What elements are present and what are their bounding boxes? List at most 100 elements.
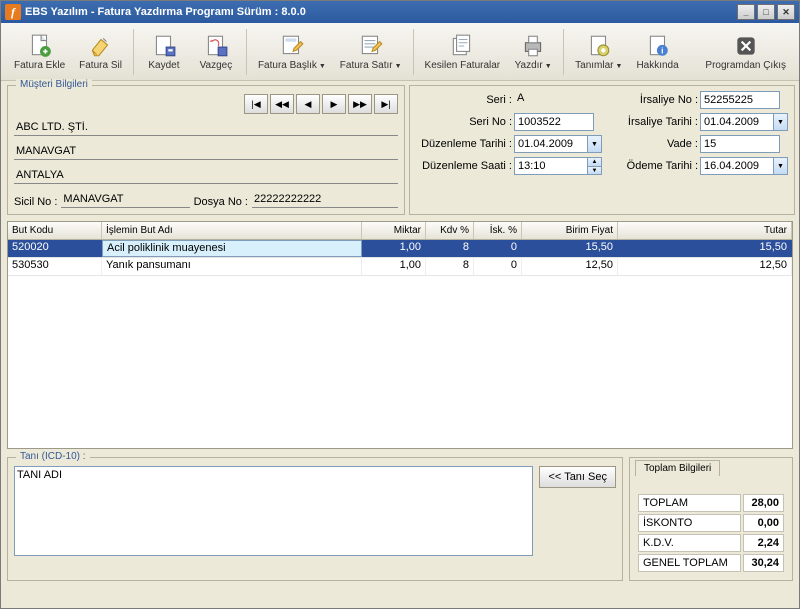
grid-row[interactable]: 530530 Yanık pansumanı 1,00 8 0 12,50 12…	[8, 258, 792, 276]
header-group: Seri : A Seri No : Düzenleme Tarihi : ▼ …	[409, 85, 795, 215]
tani-list[interactable]: TANI ADI	[14, 466, 533, 556]
cikis-button[interactable]: Programdan Çıkış	[698, 29, 793, 74]
duz-saat-label: Düzenleme Saati :	[416, 160, 514, 172]
print-icon	[519, 32, 547, 60]
app-icon: f	[5, 4, 21, 20]
col-but-kodu[interactable]: But Kodu	[8, 222, 102, 239]
yazdir-button[interactable]: Yazdır▼	[507, 29, 559, 74]
toolbar-label: Fatura Ekle	[14, 60, 65, 71]
toolbar-label: Kesilen Faturalar	[425, 60, 501, 71]
dropdown-icon[interactable]: ▼	[395, 63, 402, 70]
seri-value: A	[514, 91, 602, 109]
totals-table: TOPLAM28,00 İSKONTO0,00 K.D.V.2,24 GENEL…	[636, 492, 786, 574]
spin-down-icon[interactable]: ▼	[588, 166, 602, 175]
vazgec-button[interactable]: Vazgeç	[190, 29, 242, 74]
seri-no-label: Seri No :	[416, 116, 514, 128]
tani-legend: Tanı (ICD-10) :	[16, 451, 90, 462]
odeme-input[interactable]	[700, 157, 774, 175]
irs-no-label: İrsaliye No :	[602, 94, 700, 106]
customer-line3-input[interactable]	[14, 166, 398, 184]
col-miktar[interactable]: Miktar	[362, 222, 426, 239]
nav-first-button[interactable]: |◀	[244, 94, 268, 114]
dropdown-icon[interactable]: ▼	[319, 63, 326, 70]
date-dropdown-icon[interactable]: ▼	[774, 157, 788, 175]
tani-group: Tanı (ICD-10) : TANI ADI << Tanı Seç	[7, 457, 623, 581]
grid-row[interactable]: 520020 Acil poliklinik muayenesi 1,00 8 …	[8, 240, 792, 258]
nav-next-button[interactable]: ▶	[322, 94, 346, 114]
window-title: EBS Yazılım - Fatura Yazdırma Programı S…	[25, 6, 737, 18]
exit-icon	[732, 32, 760, 60]
dropdown-icon[interactable]: ▼	[616, 63, 623, 70]
record-nav: |◀ ◀◀ ◀ ▶ ▶▶ ▶|	[14, 94, 398, 114]
col-kdv[interactable]: Kdv %	[426, 222, 474, 239]
maximize-button[interactable]: □	[757, 4, 775, 20]
col-isk[interactable]: İsk. %	[474, 222, 522, 239]
eraser-icon	[87, 32, 115, 60]
svg-text:i: i	[661, 46, 663, 56]
nav-nextpage-button[interactable]: ▶▶	[348, 94, 372, 114]
toolbar-label: Programdan Çıkış	[705, 60, 786, 71]
titlebar: f EBS Yazılım - Fatura Yazdırma Programı…	[1, 1, 799, 23]
irs-tarih-label: İrsaliye Tarihi :	[602, 116, 700, 128]
fatura-sil-button[interactable]: Fatura Sil	[72, 29, 129, 74]
nav-last-button[interactable]: ▶|	[374, 94, 398, 114]
col-bf[interactable]: Birim Fiyat	[522, 222, 618, 239]
line-grid[interactable]: But Kodu İşlemin But Adı Miktar Kdv % İs…	[7, 221, 793, 449]
sicil-input[interactable]	[61, 190, 189, 208]
seri-no-input[interactable]	[514, 113, 594, 131]
fatura-baslik-button[interactable]: Fatura Başlık▼	[251, 29, 333, 74]
grid-header: But Kodu İşlemin But Adı Miktar Kdv % İs…	[8, 222, 792, 240]
document-add-icon	[26, 32, 54, 60]
toolbar: Fatura Ekle Fatura Sil Kaydet Vazgeç Fat…	[1, 23, 799, 81]
duz-tarih-input[interactable]	[514, 135, 588, 153]
undo-save-icon	[202, 32, 230, 60]
minimize-button[interactable]: _	[737, 4, 755, 20]
header-edit-icon	[278, 32, 306, 60]
toolbar-label: Kaydet	[148, 60, 179, 71]
toolbar-label: Yazdır	[515, 60, 543, 71]
customer-group: Müşteri Bilgileri |◀ ◀◀ ◀ ▶ ▶▶ ▶| Sicil …	[7, 85, 405, 215]
vade-input[interactable]	[700, 135, 780, 153]
toolbar-label: Vazgeç	[200, 60, 233, 71]
main-window: f EBS Yazılım - Fatura Yazdırma Programı…	[0, 0, 800, 609]
col-tutar[interactable]: Tutar	[618, 222, 792, 239]
fatura-satir-button[interactable]: Fatura Satır▼	[333, 29, 409, 74]
editing-cell[interactable]: Acil poliklinik muayenesi	[102, 240, 362, 257]
toolbar-label: Fatura Satır	[340, 60, 393, 71]
customer-legend: Müşteri Bilgileri	[16, 79, 92, 90]
invoices-icon	[448, 32, 476, 60]
sicil-label: Sicil No :	[14, 196, 57, 208]
dropdown-icon[interactable]: ▼	[545, 63, 552, 70]
vade-label: Vade :	[602, 138, 700, 150]
date-dropdown-icon[interactable]: ▼	[588, 135, 602, 153]
totals-group: Toplam Bilgileri TOPLAM28,00 İSKONTO0,00…	[629, 457, 793, 581]
nav-prev-button[interactable]: ◀	[296, 94, 320, 114]
fatura-ekle-button[interactable]: Fatura Ekle	[7, 29, 72, 74]
customer-line2-input[interactable]	[14, 142, 398, 160]
dosya-input[interactable]	[252, 190, 398, 208]
duz-saat-input[interactable]	[514, 157, 588, 175]
row-edit-icon	[357, 32, 385, 60]
date-dropdown-icon[interactable]: ▼	[774, 113, 788, 131]
close-button[interactable]: ✕	[777, 4, 795, 20]
kesilen-faturalar-button[interactable]: Kesilen Faturalar	[418, 29, 508, 74]
toolbar-label: Fatura Başlık	[258, 60, 317, 71]
duz-tarih-label: Düzenleme Tarihi :	[416, 138, 514, 150]
save-icon	[150, 32, 178, 60]
irs-no-input[interactable]	[700, 91, 780, 109]
spin-up-icon[interactable]: ▲	[588, 157, 602, 166]
toolbar-label: Fatura Sil	[79, 60, 122, 71]
info-icon: i	[644, 32, 672, 60]
kaydet-button[interactable]: Kaydet	[138, 29, 190, 74]
tanimlar-button[interactable]: Tanımlar▼	[568, 29, 629, 74]
totals-tab[interactable]: Toplam Bilgileri	[635, 460, 720, 476]
col-islem[interactable]: İşlemin But Adı	[102, 222, 362, 239]
toolbar-label: Tanımlar	[575, 60, 613, 71]
settings-doc-icon	[585, 32, 613, 60]
tani-sec-button[interactable]: << Tanı Seç	[539, 466, 616, 488]
irs-tarih-input[interactable]	[700, 113, 774, 131]
customer-line1-input[interactable]	[14, 118, 398, 136]
hakkinda-button[interactable]: i Hakkında	[629, 29, 685, 74]
nav-prevpage-button[interactable]: ◀◀	[270, 94, 294, 114]
dosya-label: Dosya No :	[194, 196, 248, 208]
